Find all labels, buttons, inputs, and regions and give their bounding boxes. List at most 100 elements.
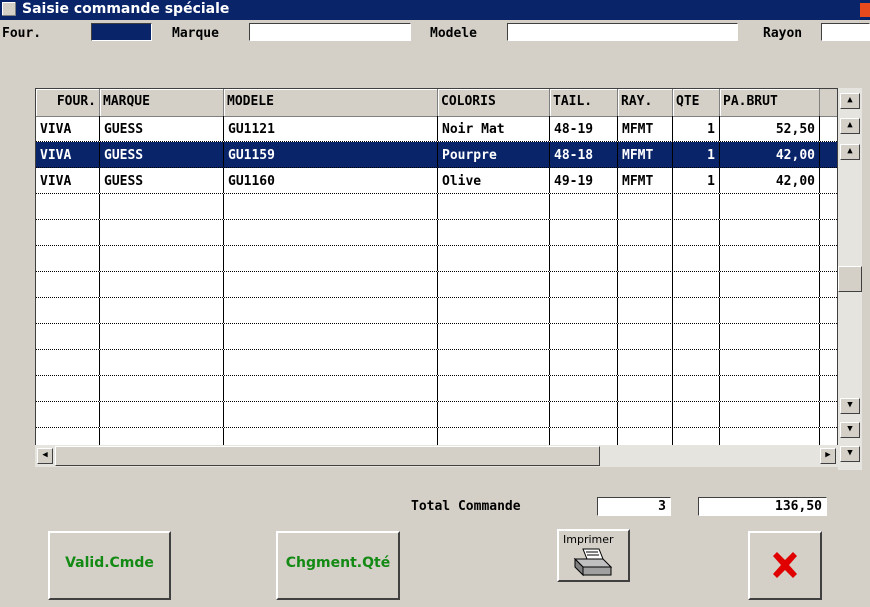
cell-qte[interactable] — [673, 324, 720, 349]
rayon-field[interactable] — [821, 23, 870, 41]
cell-marque[interactable] — [100, 194, 224, 219]
cell-qte[interactable] — [673, 350, 720, 375]
cell-modele[interactable] — [224, 324, 438, 349]
table-row[interactable] — [36, 376, 837, 402]
cell-modele[interactable] — [224, 246, 438, 271]
vertical-scrollbar[interactable]: ▲ ▲ ▲ ▼ ▼ ▼ — [838, 88, 862, 470]
cell-rayon[interactable] — [618, 220, 673, 245]
cell-rayon[interactable] — [618, 298, 673, 323]
cell-modele[interactable] — [224, 194, 438, 219]
cell-modele[interactable] — [224, 350, 438, 375]
cell-qte[interactable]: 1 — [673, 116, 720, 141]
cell-modele[interactable] — [224, 272, 438, 297]
cell-pabrut[interactable] — [720, 376, 820, 401]
cell-qte[interactable]: 1 — [673, 142, 720, 167]
table-row[interactable] — [36, 272, 837, 298]
col-header-taille[interactable]: TAIL. — [550, 89, 618, 116]
cell-taille[interactable] — [550, 402, 618, 427]
scroll-down-icon[interactable]: ▼ — [840, 398, 860, 414]
cell-qte[interactable] — [673, 298, 720, 323]
cell-coloris[interactable] — [438, 376, 550, 401]
cell-rayon[interactable]: MFMT — [618, 116, 673, 141]
cell-qte[interactable] — [673, 246, 720, 271]
cell-pabrut[interactable] — [720, 298, 820, 323]
cell-pabrut[interactable] — [720, 402, 820, 427]
page-down-icon[interactable]: ▼ — [840, 422, 860, 438]
cell-extra[interactable] — [820, 402, 837, 427]
cell-taille[interactable] — [550, 246, 618, 271]
cell-rayon[interactable] — [618, 272, 673, 297]
cell-extra[interactable] — [820, 142, 837, 167]
cell-extra[interactable] — [820, 116, 837, 141]
valid-order-button[interactable]: Valid.Cmde — [48, 531, 171, 600]
cell-taille[interactable]: 49-19 — [550, 168, 618, 193]
cell-four[interactable] — [36, 246, 100, 271]
cell-marque[interactable] — [100, 220, 224, 245]
cell-rayon[interactable] — [618, 350, 673, 375]
col-header-four[interactable]: FOUR. — [36, 89, 100, 116]
cell-pabrut[interactable] — [720, 324, 820, 349]
cell-taille[interactable] — [550, 376, 618, 401]
cell-pabrut[interactable] — [720, 272, 820, 297]
cell-coloris[interactable] — [438, 402, 550, 427]
change-qty-button[interactable]: Chgment.Qté — [276, 531, 400, 600]
cell-pabrut[interactable] — [720, 220, 820, 245]
cell-taille[interactable] — [550, 194, 618, 219]
cell-modele[interactable]: GU1159 — [224, 142, 438, 167]
cell-modele[interactable] — [224, 220, 438, 245]
print-button[interactable]: Imprimer — [557, 529, 630, 582]
table-row[interactable] — [36, 298, 837, 324]
cell-marque[interactable] — [100, 402, 224, 427]
cell-marque[interactable]: GUESS — [100, 168, 224, 193]
cell-extra[interactable] — [820, 350, 837, 375]
scroll-up-icon[interactable]: ▲ — [840, 144, 860, 160]
cell-coloris[interactable] — [438, 246, 550, 271]
col-header-rayon[interactable]: RAY. — [618, 89, 673, 116]
cell-marque[interactable] — [100, 298, 224, 323]
cell-coloris[interactable]: Pourpre — [438, 142, 550, 167]
cell-taille[interactable] — [550, 272, 618, 297]
table-row[interactable] — [36, 402, 837, 428]
cell-rayon[interactable] — [618, 376, 673, 401]
table-row[interactable] — [36, 324, 837, 350]
cell-coloris[interactable] — [438, 272, 550, 297]
window-menu-icon[interactable] — [2, 2, 16, 16]
cell-coloris[interactable]: Olive — [438, 168, 550, 193]
cell-taille[interactable] — [550, 350, 618, 375]
cell-taille[interactable]: 48-18 — [550, 142, 618, 167]
table-row[interactable]: VIVA GUESS GU1160 Olive 49-19 MFMT 1 42,00 — [36, 168, 837, 194]
cell-qte[interactable] — [673, 194, 720, 219]
table-row[interactable] — [36, 350, 837, 376]
cell-taille[interactable] — [550, 220, 618, 245]
cell-four[interactable]: VIVA — [36, 116, 100, 141]
cell-pabrut[interactable]: 42,00 — [720, 168, 820, 193]
cell-pabrut[interactable] — [720, 246, 820, 271]
cell-pabrut[interactable] — [720, 350, 820, 375]
cell-pabrut[interactable] — [720, 194, 820, 219]
scroll-left-icon[interactable]: ◀ — [37, 448, 53, 464]
cell-taille[interactable] — [550, 324, 618, 349]
scroll-right-icon[interactable]: ▶ — [820, 448, 836, 464]
cell-modele[interactable]: GU1160 — [224, 168, 438, 193]
col-header-marque[interactable]: MARQUE — [100, 89, 224, 116]
cell-coloris[interactable] — [438, 324, 550, 349]
table-row[interactable] — [36, 246, 837, 272]
cell-rayon[interactable]: MFMT — [618, 142, 673, 167]
cell-qte[interactable] — [673, 272, 720, 297]
vertical-scroll-thumb[interactable] — [838, 266, 862, 292]
cell-qte[interactable] — [673, 376, 720, 401]
cell-extra[interactable] — [820, 298, 837, 323]
cell-modele[interactable] — [224, 402, 438, 427]
cell-coloris[interactable] — [438, 220, 550, 245]
cell-four[interactable] — [36, 324, 100, 349]
cell-extra[interactable] — [820, 220, 837, 245]
cancel-button[interactable] — [748, 531, 822, 600]
cell-marque[interactable]: GUESS — [100, 116, 224, 141]
table-row[interactable]: VIVA GUESS GU1159 Pourpre 48-18 MFMT 1 42,00 — [36, 142, 837, 168]
four-field[interactable] — [91, 23, 152, 41]
cell-four[interactable] — [36, 402, 100, 427]
cell-extra[interactable] — [820, 246, 837, 271]
cell-marque[interactable]: GUESS — [100, 142, 224, 167]
table-row[interactable]: VIVA GUESS GU1121 Noir Mat 48-19 MFMT 1 52,50 — [36, 116, 837, 142]
marque-field[interactable] — [249, 23, 411, 41]
